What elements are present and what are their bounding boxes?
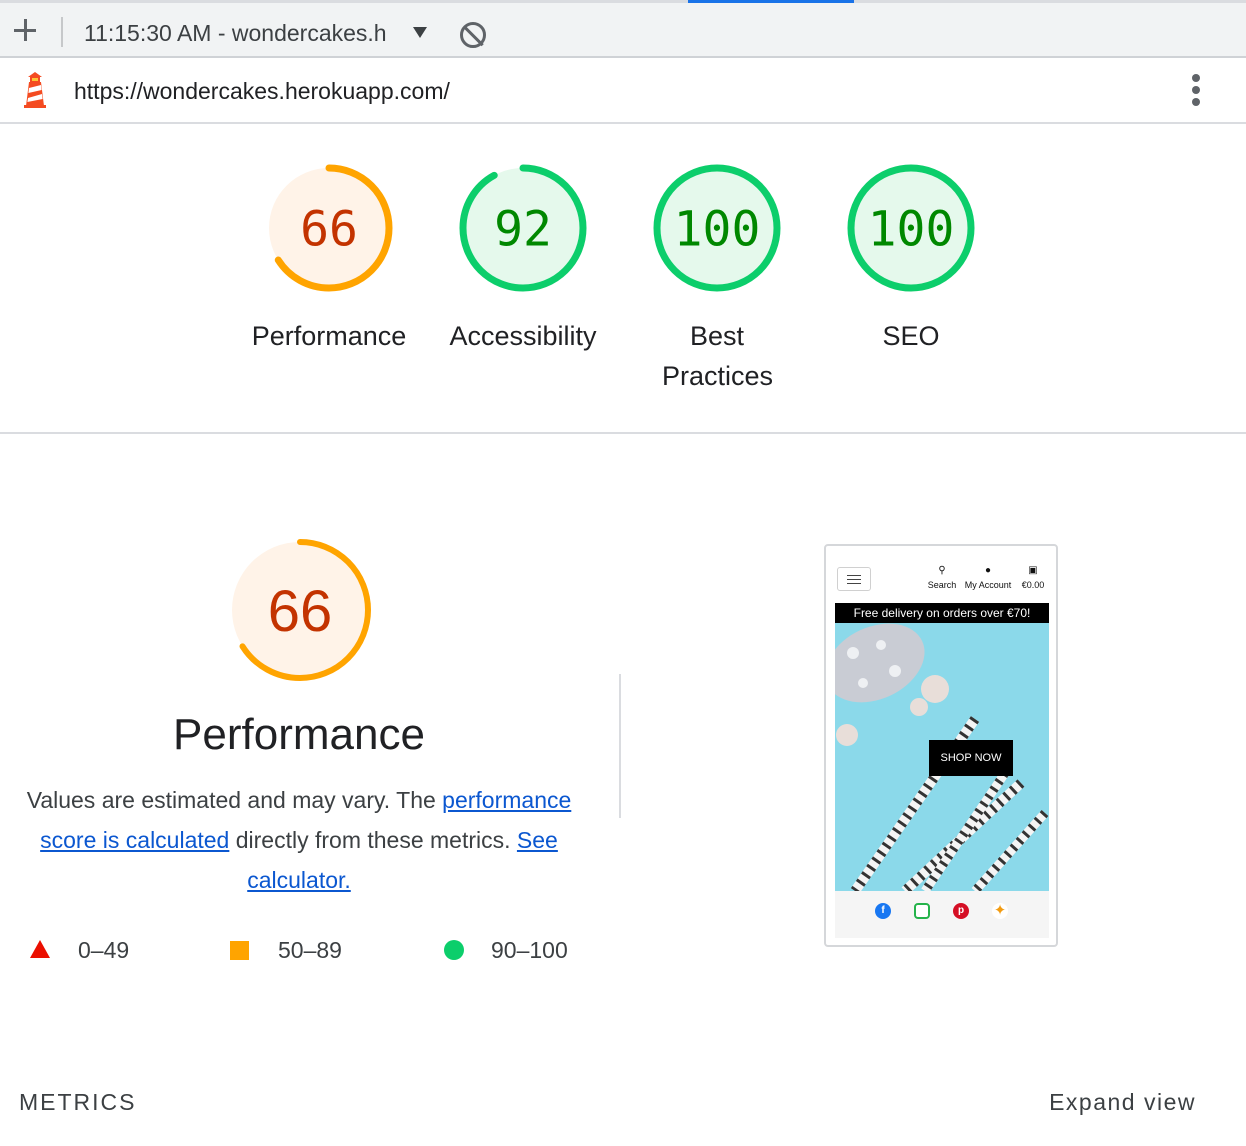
category-label: Best Practices xyxy=(662,321,774,391)
performance-description: Values are estimated and may vary. The p… xyxy=(14,780,584,900)
pinterest-icon: p xyxy=(953,903,969,919)
twitter-icon: ✦ xyxy=(992,902,1008,919)
gauge-score: 66 xyxy=(300,201,358,257)
caret-down-icon[interactable] xyxy=(413,27,427,38)
vertical-divider xyxy=(619,674,621,818)
category-label: Performance xyxy=(251,321,407,351)
site-cart-label: €0.00 xyxy=(1021,580,1045,590)
expand-view-button[interactable]: Expand view xyxy=(1049,1089,1196,1116)
gauge-score: 100 xyxy=(868,201,955,257)
user-icon: ● xyxy=(984,565,992,576)
block-icon[interactable] xyxy=(460,22,486,48)
site-cart: ▣ €0.00 xyxy=(1017,565,1049,591)
performance-title: Performance xyxy=(173,710,425,759)
report-url-bar: https://wondercakes.herokuapp.com/ xyxy=(0,58,1246,124)
hamburger-menu-icon xyxy=(837,567,871,591)
final-screenshot-thumbnail[interactable]: ⚲ Search ● My Account ▣ €0.00 Free deliv… xyxy=(824,544,1058,947)
facebook-icon: f xyxy=(875,903,891,919)
gauge-score: 66 xyxy=(268,579,333,644)
square-icon xyxy=(230,941,249,960)
score-gauge: 100 xyxy=(847,164,975,292)
description-text-2: directly from these metrics. xyxy=(229,827,517,853)
score-gauge: 92 xyxy=(459,164,587,292)
score-gauge: 100 xyxy=(653,164,781,292)
instagram-icon xyxy=(914,903,930,919)
site-account: ● My Account xyxy=(961,565,1015,591)
legend-range: 90–100 xyxy=(491,937,568,963)
category-label: Accessibility xyxy=(449,321,597,351)
score-gauge: 66 xyxy=(265,164,393,292)
report-url[interactable]: https://wondercakes.herokuapp.com/ xyxy=(74,78,450,105)
section-divider xyxy=(0,432,1246,434)
hero-image: SHOP NOW xyxy=(835,623,1049,891)
category-label: SEO xyxy=(882,321,940,351)
report-selector[interactable]: 11:15:30 AM - wondercakes.h xyxy=(84,20,406,47)
plus-icon[interactable] xyxy=(13,18,37,42)
cart-icon: ▣ xyxy=(1028,565,1038,576)
delivery-banner: Free delivery on orders over €70! xyxy=(835,603,1049,623)
circle-icon xyxy=(444,940,464,960)
site-search: ⚲ Search xyxy=(927,565,957,591)
triangle-icon xyxy=(30,940,50,958)
site-header: ⚲ Search ● My Account ▣ €0.00 xyxy=(835,554,1049,600)
gauge-score: 92 xyxy=(494,201,552,257)
category-gauge-accessibility[interactable]: 92 Accessibility xyxy=(433,160,613,356)
site-account-label: My Account xyxy=(964,580,1012,590)
kebab-menu-icon[interactable] xyxy=(1186,72,1206,108)
toolbar-separator xyxy=(61,17,63,47)
shop-now-button: SHOP NOW xyxy=(929,740,1013,776)
legend-range: 50–89 xyxy=(278,937,342,963)
performance-score-gauge: 66 xyxy=(229,539,371,681)
site-footer: f p ✦ xyxy=(835,891,1049,938)
legend-range: 0–49 xyxy=(78,937,130,963)
gauge-score: 100 xyxy=(674,201,761,257)
active-tab-indicator xyxy=(688,0,854,3)
devtools-toolbar: 11:15:30 AM - wondercakes.h xyxy=(0,0,1246,58)
metrics-heading: METRICS xyxy=(19,1089,137,1115)
description-text: Values are estimated and may vary. The xyxy=(26,787,443,813)
category-gauge-performance[interactable]: 66 Performance xyxy=(239,160,419,356)
search-icon: ⚲ xyxy=(938,565,946,576)
category-gauge-best-practices[interactable]: 100 Best Practices xyxy=(627,160,807,396)
site-search-label: Search xyxy=(927,580,957,590)
category-gauge-seo[interactable]: 100 SEO xyxy=(821,160,1001,356)
lighthouse-icon xyxy=(24,72,46,108)
